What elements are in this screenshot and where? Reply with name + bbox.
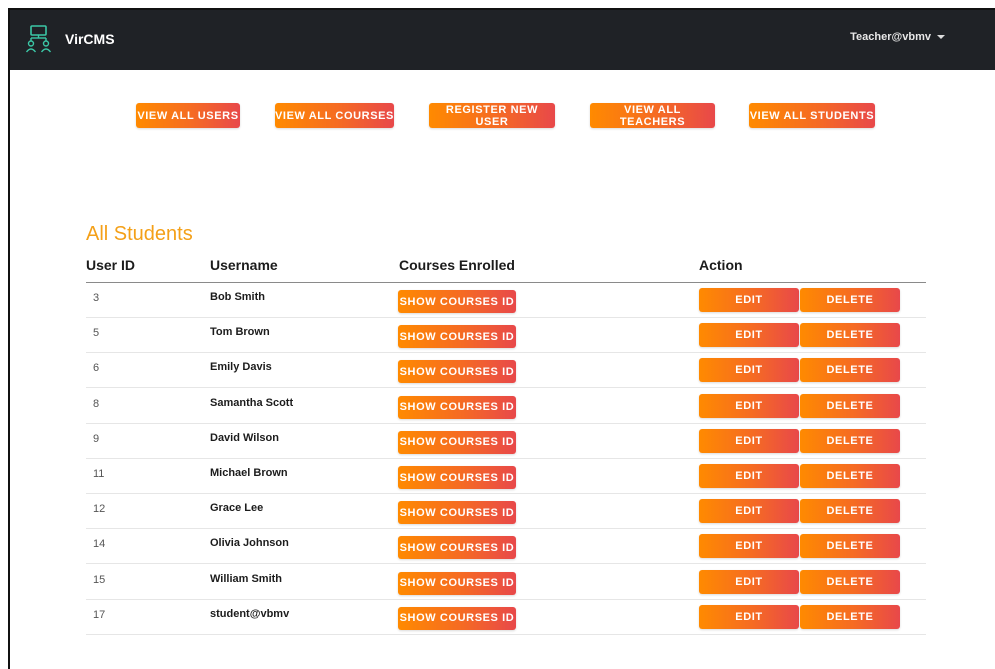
column-header-courses-enrolled: Courses Enrolled <box>399 257 515 273</box>
edit-button[interactable]: EDIT <box>699 464 799 488</box>
table-row: 12 Grace Lee SHOW COURSES ID EDIT DELETE <box>86 494 926 530</box>
table-row: 15 William Smith SHOW COURSES ID EDIT DELETE <box>86 565 926 600</box>
username-cell: David Wilson <box>210 431 279 444</box>
edit-button[interactable]: EDIT <box>699 288 799 312</box>
edit-button[interactable]: EDIT <box>699 569 799 594</box>
brand-name[interactable]: VirCMS <box>65 31 115 47</box>
username-cell: Emily Davis <box>210 361 272 374</box>
edit-button[interactable]: EDIT <box>699 499 799 524</box>
show-courses-id-button[interactable]: SHOW COURSES ID <box>398 360 516 384</box>
username-cell: William Smith <box>210 572 283 585</box>
delete-button[interactable]: DELETE <box>800 358 900 383</box>
delete-button[interactable]: DELETE <box>800 534 900 559</box>
edit-button[interactable]: EDIT <box>699 428 799 453</box>
view-all-teachers-button[interactable]: VIEW ALL TEACHERS <box>590 103 715 128</box>
user-id-cell: 8 <box>93 397 100 410</box>
edit-button[interactable]: EDIT <box>699 534 799 559</box>
delete-button[interactable]: DELETE <box>800 499 900 524</box>
user-id-cell: 11 <box>93 468 105 480</box>
column-header-user-id: User ID <box>86 257 136 273</box>
delete-button[interactable]: DELETE <box>800 569 900 594</box>
delete-button[interactable]: DELETE <box>800 604 900 629</box>
username-cell: Samantha Scott <box>210 396 294 409</box>
user-menu-label: Teacher@vbmv <box>850 31 931 43</box>
user-id-cell: 12 <box>93 503 106 516</box>
edit-button[interactable]: EDIT <box>699 393 799 418</box>
column-header-action: Action <box>699 257 743 273</box>
user-id-cell: 17 <box>93 608 106 621</box>
show-courses-id-button[interactable]: SHOW COURSES ID <box>398 290 516 313</box>
view-all-users-button[interactable]: VIEW ALL USERS <box>136 103 240 128</box>
delete-button[interactable]: DELETE <box>800 428 900 453</box>
column-header-username: Username <box>210 257 278 273</box>
app-frame: VirCMS Teacher@vbmv VIEW ALL USERS VIEW … <box>8 8 995 669</box>
show-courses-id-button[interactable]: SHOW COURSES ID <box>398 606 516 630</box>
page-title: All Students <box>86 223 193 245</box>
user-menu[interactable]: Teacher@vbmv <box>850 31 945 43</box>
table-row: 11 Michael Brown SHOW COURSES ID EDIT DELETE <box>86 459 926 494</box>
table-row: 14 Olivia Johnson SHOW COURSES ID EDIT DELET… <box>86 529 926 565</box>
view-all-students-button[interactable]: VIEW ALL STUDENTS <box>749 103 875 128</box>
show-courses-id-button[interactable]: SHOW COURSES ID <box>398 395 516 419</box>
table-row: 5 Tom Brown SHOW COURSES ID EDIT DELETE <box>86 318 926 354</box>
delete-button[interactable]: DELETE <box>800 288 900 312</box>
username-cell: Bob Smith <box>210 291 265 303</box>
edit-button[interactable]: EDIT <box>699 358 799 383</box>
table-row: 6 Emily Davis SHOW COURSES ID EDIT DELETE <box>86 353 926 389</box>
show-courses-id-button[interactable]: SHOW COURSES ID <box>398 466 516 489</box>
username-cell: student@vbmv <box>210 607 290 620</box>
edit-button[interactable]: EDIT <box>699 604 799 629</box>
table-row: 3 Bob Smith SHOW COURSES ID EDIT DELETE <box>86 283 926 318</box>
navbar: VirCMS Teacher@vbmv <box>10 10 995 70</box>
user-id-cell: 5 <box>93 327 100 340</box>
show-courses-id-button[interactable]: SHOW COURSES ID <box>398 325 516 349</box>
register-new-user-button[interactable]: REGISTER NEW USER <box>429 103 555 128</box>
table-row: 17 student@vbmv SHOW COURSES ID EDIT DELETE <box>86 600 926 635</box>
edit-button[interactable]: EDIT <box>699 323 799 348</box>
network-users-icon[interactable] <box>25 25 51 53</box>
delete-button[interactable]: DELETE <box>800 323 900 348</box>
user-id-cell: 14 <box>93 538 106 551</box>
username-cell: Michael Brown <box>210 467 288 479</box>
delete-button[interactable]: DELETE <box>800 464 900 488</box>
show-courses-id-button[interactable]: SHOW COURSES ID <box>398 430 516 454</box>
table-row: 9 David Wilson SHOW COURSES ID EDIT DELETE <box>86 424 926 459</box>
show-courses-id-button[interactable]: SHOW COURSES ID <box>398 571 516 595</box>
show-courses-id-button[interactable]: SHOW COURSES ID <box>398 536 516 560</box>
username-cell: Olivia Johnson <box>210 537 289 550</box>
user-id-cell: 15 <box>93 573 106 586</box>
user-id-cell: 9 <box>93 432 100 445</box>
show-courses-id-button[interactable]: SHOW COURSES ID <box>398 501 516 525</box>
view-all-courses-button[interactable]: VIEW ALL COURSES <box>275 103 394 128</box>
table-row: 8 Samantha Scott SHOW COURSES ID EDIT DELETE <box>86 389 926 424</box>
delete-button[interactable]: DELETE <box>800 393 900 418</box>
username-cell: Grace Lee <box>210 502 264 515</box>
username-cell: Tom Brown <box>210 326 270 339</box>
user-id-cell: 3 <box>93 292 100 304</box>
chevron-down-icon <box>937 35 945 39</box>
user-id-cell: 6 <box>93 362 100 375</box>
